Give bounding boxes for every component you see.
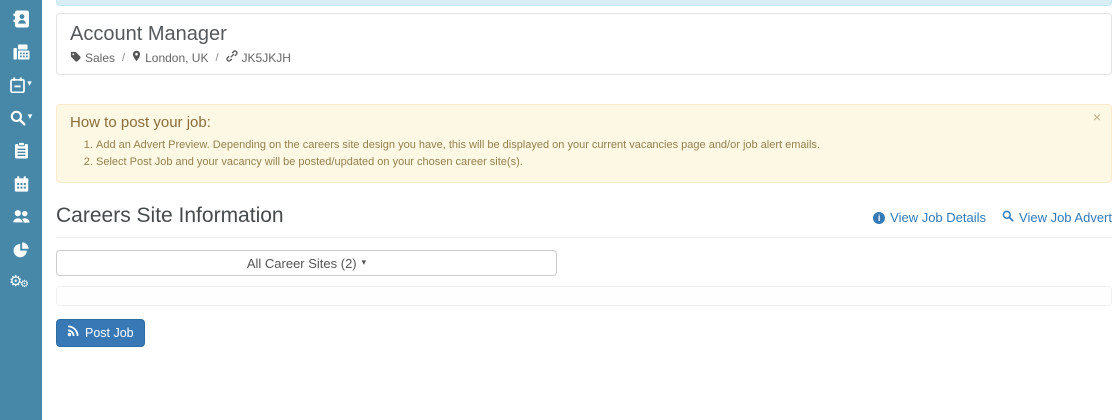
clipboard-icon <box>14 142 29 159</box>
career-sites-panel <box>56 286 1112 306</box>
close-icon[interactable]: × <box>1093 110 1101 124</box>
alert-step: Add an Advert Preview. Depending on the … <box>96 137 1098 154</box>
job-location: London, UK <box>132 50 208 65</box>
fax-icon <box>13 44 30 60</box>
job-reference: JK5JKJH <box>226 50 291 65</box>
alert-step: Select Post Job and your vacancy will be… <box>96 154 1098 171</box>
sidebar-item-calendar-menu[interactable]: ▾ <box>0 68 42 101</box>
sidebar-item-search-menu[interactable]: ▾ <box>0 101 42 134</box>
top-info-strip <box>56 0 1112 6</box>
search-icon <box>1002 210 1014 225</box>
meta-separator: / <box>122 52 125 64</box>
page-title: Account Manager <box>70 22 1098 47</box>
section-title: Careers Site Information <box>56 203 284 228</box>
pie-chart-icon <box>13 242 29 258</box>
sidebar-item-contacts[interactable] <box>0 2 42 35</box>
sidebar-item-reports[interactable] <box>0 233 42 266</box>
sidebar-item-fax[interactable] <box>0 35 42 68</box>
address-book-icon <box>13 10 30 28</box>
chevron-down-icon: ▾ <box>27 80 32 89</box>
sidebar-item-tasks[interactable] <box>0 134 42 167</box>
chevron-down-icon: ▾ <box>362 258 367 268</box>
users-icon <box>12 209 31 224</box>
view-job-details-link[interactable]: i View Job Details <box>873 210 986 225</box>
alert-steps: Add an Advert Preview. Depending on the … <box>70 137 1098 170</box>
sidebar-item-calendar[interactable] <box>0 167 42 200</box>
section-links: i View Job Details View Job Advert <box>873 210 1112 228</box>
job-header-card: Account Manager Sales / <box>56 13 1112 75</box>
sidebar-item-candidates[interactable] <box>0 200 42 233</box>
sidebar: ▾ ▾ <box>0 0 42 420</box>
meta-separator: / <box>215 52 218 64</box>
info-circle-icon: i <box>873 212 885 224</box>
calendar-icon <box>14 176 29 192</box>
careers-section-header: Careers Site Information i View Job Deta… <box>56 203 1112 238</box>
alert-title: How to post your job: <box>70 114 1098 131</box>
career-sites-dropdown[interactable]: All Career Sites (2) ▾ <box>56 250 557 276</box>
chevron-down-icon: ▾ <box>28 113 33 122</box>
job-meta: Sales / London, UK / <box>70 50 1098 65</box>
how-to-alert: × How to post your job: Add an Advert Pr… <box>56 104 1112 183</box>
job-department: Sales <box>70 51 115 65</box>
tag-icon <box>70 51 81 65</box>
view-job-advert-link[interactable]: View Job Advert <box>1002 210 1112 225</box>
cogs-icon: ⚙ ⚙ <box>10 272 32 294</box>
main-content: Account Manager Sales / <box>42 0 1120 420</box>
sidebar-item-settings[interactable]: ⚙ ⚙ <box>0 266 42 299</box>
search-dropdown-icon <box>10 110 26 126</box>
app-window: ▾ ▾ <box>0 0 1120 420</box>
post-job-button[interactable]: Post Job <box>56 319 145 347</box>
link-icon <box>226 50 238 65</box>
rss-icon <box>67 325 79 340</box>
map-marker-icon <box>132 50 141 65</box>
calendar-dropdown-icon <box>10 77 25 93</box>
